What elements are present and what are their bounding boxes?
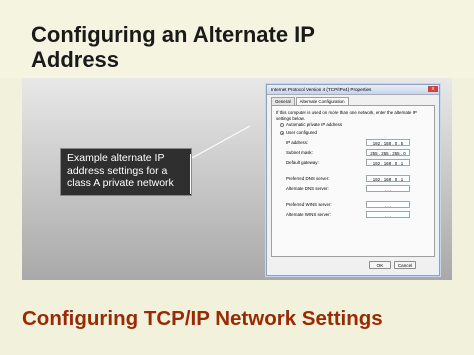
alternate-dns-field[interactable]: . . .: [366, 185, 410, 192]
preferred-dns-field[interactable]: 192 . 168 . 0 . 1: [366, 175, 410, 182]
radio-user-configured[interactable]: [280, 131, 284, 135]
default-gateway-label: Default gateway:: [286, 160, 319, 165]
dialog-title-bar: Internet Protocol Version 4 (TCP/IPv4) P…: [267, 85, 439, 95]
alternate-dns-label: Alternate DNS server:: [286, 186, 329, 191]
radio-automatic-label: Automatic private IP address: [286, 122, 343, 127]
subnet-mask-label: Subnet mask:: [286, 150, 313, 155]
dialog-title: Internet Protocol Version 4 (TCP/IPv4) P…: [271, 87, 372, 92]
footer-title: Configuring TCP/IP Network Settings: [22, 307, 383, 330]
callout-bracket: [190, 154, 191, 194]
alternate-config-panel: If this computer is used on more than on…: [271, 105, 435, 257]
intro-text: If this computer is used on more than on…: [276, 110, 417, 121]
ip-address-label: IP address:: [286, 140, 309, 145]
close-icon[interactable]: X: [428, 86, 438, 92]
ip-address-field[interactable]: 192 . 168 . 0 . 5: [366, 139, 410, 146]
alternate-wins-label: Alternate WINS server:: [286, 212, 331, 217]
ok-button[interactable]: OK: [369, 261, 391, 269]
preferred-wins-field[interactable]: . . .: [366, 201, 410, 208]
cancel-button[interactable]: Cancel: [394, 261, 416, 269]
dialog-tabs: General Alternate Configuration: [271, 97, 350, 106]
default-gateway-field[interactable]: 192 . 168 . 0 . 1: [366, 159, 410, 166]
alternate-wins-field[interactable]: . . .: [366, 211, 410, 218]
radio-automatic[interactable]: [280, 123, 284, 127]
preferred-dns-label: Preferred DNS server:: [286, 176, 330, 181]
subnet-mask-field[interactable]: 255 . 255 . 255 . 0: [366, 149, 410, 156]
tcpip-properties-dialog: Internet Protocol Version 4 (TCP/IPv4) P…: [266, 84, 440, 276]
tab-general[interactable]: General: [271, 97, 295, 105]
preferred-wins-label: Preferred WINS server:: [286, 202, 332, 207]
callout-box: Example alternate IP address settings fo…: [60, 148, 192, 196]
radio-user-label: User configured: [286, 130, 317, 135]
